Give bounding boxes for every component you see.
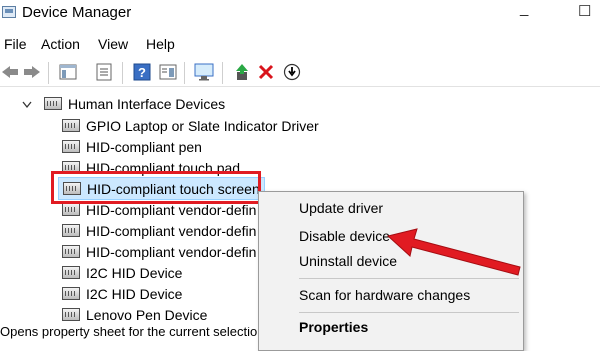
toolbar-separator [122,62,123,84]
minimize-button[interactable]: _ [520,0,528,17]
title-bar: Device Manager _ ☐ [0,0,600,30]
toolbar-separator [48,62,49,84]
tree-item-label: I2C HID Device [86,285,183,302]
back-icon[interactable] [0,62,20,82]
hid-category-icon [44,97,62,110]
menu-file[interactable]: File [4,36,27,52]
device-manager-icon [2,6,16,18]
hid-device-icon [62,266,80,279]
menu-separator [299,312,519,313]
menu-properties[interactable]: Properties [299,319,368,335]
red-arrow-icon [386,228,521,276]
hid-device-icon [62,224,80,237]
tree-item[interactable]: HID-compliant vendor-defin [62,241,256,262]
help-icon[interactable]: ? [132,62,152,82]
hid-device-icon [62,287,80,300]
toolbar-separator [222,62,223,84]
category-label: Human Interface Devices [68,95,226,112]
hid-device-icon [62,245,80,258]
menu-action[interactable]: Action [41,36,80,52]
show-hide-tree-icon[interactable] [58,62,78,82]
monitor-icon[interactable] [194,62,214,82]
hid-device-icon [62,203,80,216]
chevron-down-icon[interactable] [22,96,32,112]
highlight-box [51,171,261,204]
toolbar-separator [184,62,185,84]
tree-item[interactable]: HID-compliant vendor-defin [62,220,256,241]
toolbar: ? [0,58,600,86]
update-driver-icon[interactable] [232,62,252,82]
tree-item[interactable]: I2C HID Device [62,262,182,283]
menu-update-driver[interactable]: Update driver [299,200,383,216]
uninstall-icon[interactable] [256,62,276,82]
tree-item-label: I2C HID Device [86,264,183,281]
action-pane-icon[interactable] [158,62,178,82]
hid-device-icon [62,308,80,321]
tree-item-label: HID-compliant vendor-defin [86,243,257,260]
window-title: Device Manager [22,4,132,21]
tree-item[interactable]: Lenovo Pen Device [62,304,207,325]
menu-view[interactable]: View [98,36,128,52]
menu-disable-device[interactable]: Disable device [299,228,390,244]
hid-device-icon [62,119,80,132]
menu-help[interactable]: Help [146,36,175,52]
tree-item-label: GPIO Laptop or Slate Indicator Driver [86,117,319,134]
toolbar-divider [0,86,600,87]
tree-item[interactable]: HID-compliant pen [62,136,202,157]
disable-icon[interactable] [282,62,302,82]
forward-icon[interactable] [22,62,42,82]
tree-item[interactable]: GPIO Laptop or Slate Indicator Driver [62,115,319,136]
svg-text:?: ? [138,65,146,80]
properties-icon[interactable] [94,62,114,82]
tree-category-row[interactable]: Human Interface Devices [22,93,225,114]
menu-bar: File Action View Help [0,34,600,56]
hid-device-icon [62,140,80,153]
tree-item[interactable]: I2C HID Device [62,283,182,304]
menu-scan-hardware[interactable]: Scan for hardware changes [299,287,470,303]
status-text: Opens property sheet for the current sel… [0,327,258,339]
tree-item-label: HID-compliant vendor-defin [86,222,257,239]
tree-item-label: HID-compliant pen [86,138,202,155]
maximize-button[interactable]: ☐ [578,2,591,20]
tree-item-label: Lenovo Pen Device [86,306,208,323]
